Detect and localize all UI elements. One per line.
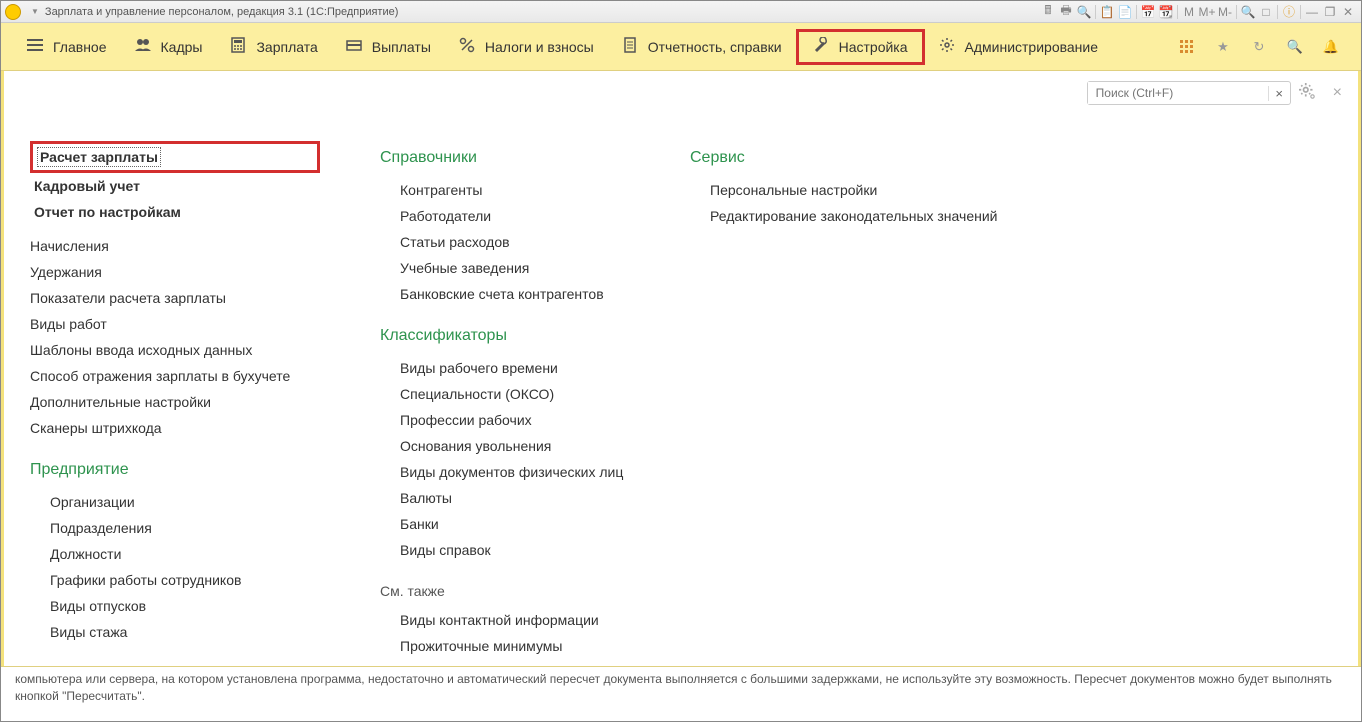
link-salary-reflection[interactable]: Способ отражения зарплаты в бухучете (30, 363, 320, 389)
link-currencies[interactable]: Валюты (400, 485, 630, 511)
calculator-icon (230, 37, 246, 56)
link-vacation-types[interactable]: Виды отпусков (50, 593, 320, 619)
link-additional-settings[interactable]: Дополнительные настройки (30, 389, 320, 415)
link-input-templates[interactable]: Шаблоны ввода исходных данных (30, 337, 320, 363)
link-seniority-types[interactable]: Виды стажа (50, 619, 320, 645)
link-deductions[interactable]: Удержания (30, 259, 320, 285)
preview-icon[interactable]: 🔍 (1075, 4, 1093, 20)
link-salary-calc[interactable]: Расчет зарплаты (30, 141, 320, 173)
close-panel-button[interactable]: × (1333, 84, 1342, 102)
gear-icon (939, 37, 955, 56)
titlebar: ▼ Зарплата и управление персоналом, реда… (1, 1, 1361, 23)
m-btn[interactable]: M (1180, 4, 1198, 20)
menu-taxes[interactable]: Налоги и взносы (445, 29, 608, 65)
clear-search-button[interactable]: × (1268, 86, 1290, 101)
minimize-icon[interactable]: — (1303, 4, 1321, 20)
link-bank-accounts[interactable]: Банковские счета контрагентов (400, 281, 630, 307)
link-certificate-types[interactable]: Виды справок (400, 537, 630, 563)
section-enterprise: Предприятие (30, 461, 320, 479)
help-icon[interactable]: ⓘ (1280, 4, 1298, 20)
search-toolbar-icon[interactable]: 🔍 (1281, 33, 1309, 61)
link-expense-items[interactable]: Статьи расходов (400, 229, 630, 255)
link-worker-professions[interactable]: Профессии рабочих (400, 407, 630, 433)
search-box: × (1087, 81, 1291, 105)
content-area: Расчет зарплаты Кадровый учет Отчет по н… (4, 111, 1358, 655)
link-dismissal-grounds[interactable]: Основания увольнения (400, 433, 630, 459)
m-minus-btn[interactable]: M- (1216, 4, 1234, 20)
see-also-label: См. также (380, 583, 630, 599)
star-icon[interactable]: ★ (1209, 33, 1237, 61)
close-icon[interactable]: ✕ (1339, 4, 1357, 20)
calendar2-icon[interactable]: 📆 (1157, 4, 1175, 20)
zoom-icon[interactable]: □ (1257, 4, 1275, 20)
link-work-types[interactable]: Виды работ (30, 311, 320, 337)
link-accruals[interactable]: Начисления (30, 233, 320, 259)
maximize-icon[interactable]: ❐ (1321, 4, 1339, 20)
link-educational-institutions[interactable]: Учебные заведения (400, 255, 630, 281)
link-banks[interactable]: Банки (400, 511, 630, 537)
report-icon (622, 37, 638, 56)
calc-icon[interactable]: 🖩 (1039, 4, 1057, 20)
menu-salary[interactable]: Зарплата (216, 29, 331, 65)
link-working-time-types[interactable]: Виды рабочего времени (400, 355, 630, 381)
menu-payments[interactable]: Выплаты (332, 29, 445, 65)
hamburger-icon (27, 37, 43, 56)
link-individual-doc-types[interactable]: Виды документов физических лиц (400, 459, 630, 485)
link-salary-indicators[interactable]: Показатели расчета зарплаты (30, 285, 320, 311)
dropdown-icon[interactable]: ▼ (31, 7, 39, 16)
calendar-icon[interactable]: 📅 (1139, 4, 1157, 20)
link-edit-legislative-values[interactable]: Редактирование законодательных значений (710, 203, 1030, 229)
link-employers[interactable]: Работодатели (400, 203, 630, 229)
menu-reports[interactable]: Отчетность, справки (608, 29, 796, 65)
section-classifiers: Классификаторы (380, 327, 630, 345)
copy-icon[interactable]: 📋 (1098, 4, 1116, 20)
sub-toolbar: × × (4, 71, 1358, 111)
link-hr-accounting[interactable]: Кадровый учет (30, 173, 320, 199)
apps-grid-icon[interactable] (1173, 33, 1201, 61)
people-icon (135, 37, 151, 56)
link-organizations[interactable]: Организации (50, 489, 320, 515)
menu-settings[interactable]: Настройка (796, 29, 925, 65)
link-contact-info-types[interactable]: Виды контактной информации (400, 607, 630, 633)
wrench-icon (813, 37, 829, 56)
print-icon[interactable]: 🖶 (1057, 4, 1075, 20)
search-input[interactable] (1088, 82, 1268, 104)
menu-admin[interactable]: Администрирование (925, 29, 1113, 65)
menu-main[interactable]: Главное (13, 29, 121, 65)
percent-icon (459, 37, 475, 56)
link-specialties-okso[interactable]: Специальности (ОКСО) (400, 381, 630, 407)
section-directories: Справочники (380, 149, 630, 167)
app-logo-icon (5, 4, 21, 20)
section-service: Сервис (690, 149, 1030, 167)
link-positions[interactable]: Должности (50, 541, 320, 567)
link-personal-settings[interactable]: Персональные настройки (710, 177, 1030, 203)
footer-text: компьютера или сервера, на котором устан… (1, 667, 1361, 721)
link-counterparties[interactable]: Контрагенты (400, 177, 630, 203)
link-departments[interactable]: Подразделения (50, 515, 320, 541)
link-settings-report[interactable]: Отчет по настройкам (30, 199, 320, 225)
link-barcode-scanners[interactable]: Сканеры штрихкода (30, 415, 320, 441)
m-plus-btn[interactable]: M+ (1198, 4, 1216, 20)
link-work-schedules[interactable]: Графики работы сотрудников (50, 567, 320, 593)
window-title: Зарплата и управление персоналом, редакц… (45, 6, 398, 18)
bell-icon[interactable]: 🔔 (1317, 33, 1345, 61)
wallet-icon (346, 37, 362, 56)
link-subsistence-minimums[interactable]: Прожиточные минимумы (400, 633, 630, 655)
menu-hr[interactable]: Кадры (121, 29, 217, 65)
settings-small-icon[interactable] (1299, 83, 1317, 104)
doc-icon[interactable]: 📄 (1116, 4, 1134, 20)
history-icon[interactable]: ↻ (1245, 33, 1273, 61)
zoom-in-icon[interactable]: 🔍 (1239, 4, 1257, 20)
main-menu: Главное Кадры Зарплата Выплаты Налоги и … (1, 23, 1361, 71)
